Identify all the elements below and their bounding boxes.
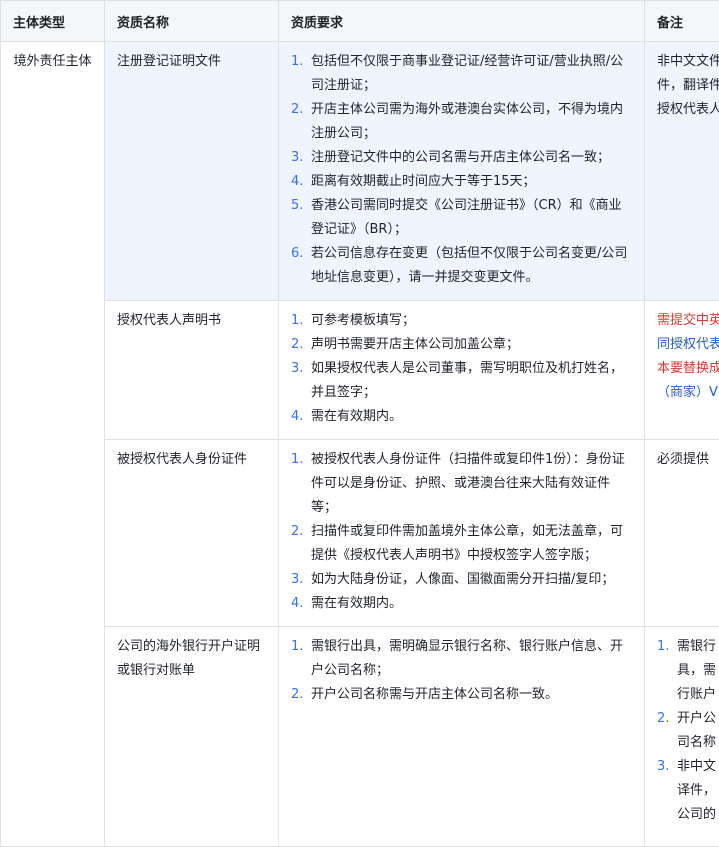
notes-cell: 1. 需银行 具，需 行账户 2. 开户公 司名称 3. 非中文 译件， 公司的: [645, 627, 719, 847]
table-row: 公司的海外银行开户证明或银行对账单 1.需银行出具，需明确显示银行名称、银行账户…: [1, 627, 719, 847]
note-line: 必须提供: [657, 448, 719, 472]
list-item: 3.如果授权代表人是公司董事，需写明职位及机打姓名，并且签字；: [291, 357, 632, 405]
qualification-name: 被授权代表人身份证件: [117, 452, 247, 467]
requirements-cell: 1.包括但不仅限于商事业登记证/经营许可证/营业执照/公司注册证； 2.开店主体…: [279, 42, 645, 301]
notes-list: 1. 需银行 具，需 行账户 2. 开户公 司名称 3. 非中文 译件， 公司的: [657, 635, 719, 827]
qualification-name: 授权代表人声明书: [117, 313, 221, 328]
list-item: 2. 开户公 司名称: [657, 707, 719, 755]
requirements-cell: 1.被授权代表人身份证件（扫描件或复印件1份）：身份证件可以是身份证、护照、或港…: [279, 440, 645, 627]
list-item: 1.被授权代表人身份证件（扫描件或复印件1份）：身份证件可以是身份证、护照、或港…: [291, 448, 632, 520]
subject-type-cell: 境外责任主体: [1, 42, 105, 847]
requirements-cell: 1.需银行出具，需明确显示银行名称、银行账户信息、开户公司名称； 2.开户公司名…: [279, 627, 645, 847]
list-item: 2.扫描件或复印件需加盖境外主体公章，如无法盖章，可提供《授权代表人声明书》中授…: [291, 520, 632, 568]
qualification-name: 注册登记证明文件: [117, 54, 221, 69]
list-item: 1.可参考模板填写；: [291, 309, 632, 333]
note-line: 授权代表人: [657, 98, 719, 122]
notes-cell: 必须提供: [645, 440, 719, 627]
note-line: 件，翻译件: [657, 74, 719, 98]
list-item: 3.如为大陆身份证，人像面、国徽面需分开扫描/复印；: [291, 568, 632, 592]
list-item: 4.距离有效期截止时间应大于等于15天；: [291, 170, 632, 194]
table-row: 被授权代表人身份证件 1.被授权代表人身份证件（扫描件或复印件1份）：身份证件可…: [1, 440, 719, 627]
list-item: 2.声明书需要开店主体公司加盖公章；: [291, 333, 632, 357]
header-subject-type: 主体类型: [1, 1, 105, 42]
list-item: 4.需在有效期内。: [291, 592, 632, 616]
qualification-name-cell: 公司的海外银行开户证明或银行对账单: [105, 627, 279, 847]
qualification-name: 公司的海外银行开户证明或银行对账单: [117, 639, 260, 678]
list-item: 2.开户公司名称需与开店主体公司名称一致。: [291, 683, 632, 707]
notes-cell: 需提交中英 同授权代表 本要替换成 （商家）V: [645, 301, 719, 440]
table-row: 授权代表人声明书 1.可参考模板填写； 2.声明书需要开店主体公司加盖公章； 3…: [1, 301, 719, 440]
notes-cell: 非中文文件 件，翻译件 授权代表人: [645, 42, 719, 301]
requirements-list: 1.被授权代表人身份证件（扫描件或复印件1份）：身份证件可以是身份证、护照、或港…: [291, 448, 632, 616]
note-line: 非中文文件: [657, 50, 719, 74]
list-item: 1.包括但不仅限于商事业登记证/经营许可证/营业执照/公司注册证；: [291, 50, 632, 98]
list-item: 1.需银行出具，需明确显示银行名称、银行账户信息、开户公司名称；: [291, 635, 632, 683]
requirements-list: 1.可参考模板填写； 2.声明书需要开店主体公司加盖公章； 3.如果授权代表人是…: [291, 309, 632, 429]
template-link[interactable]: 同授权代表: [657, 333, 719, 357]
header-requirements: 资质要求: [279, 1, 645, 42]
qualification-name-cell: 被授权代表人身份证件: [105, 440, 279, 627]
header-notes: 备注: [645, 1, 719, 42]
list-item: 3. 非中文 译件， 公司的: [657, 755, 719, 827]
list-item: 2.开店主体公司需为海外或港澳台实体公司，不得为境内注册公司；: [291, 98, 632, 146]
table-row: 境外责任主体 注册登记证明文件 1.包括但不仅限于商事业登记证/经营许可证/营业…: [1, 42, 719, 301]
header-qualification-name: 资质名称: [105, 1, 279, 42]
table-header-row: 主体类型 资质名称 资质要求 备注: [1, 1, 719, 42]
requirements-list: 1.需银行出具，需明确显示银行名称、银行账户信息、开户公司名称； 2.开户公司名…: [291, 635, 632, 707]
list-item: 5.香港公司需同时提交《公司注册证书》（CR）和《商业登记证》（BR）；: [291, 194, 632, 242]
qualification-name-cell: 授权代表人声明书: [105, 301, 279, 440]
list-item: 1. 需银行 具，需 行账户: [657, 635, 719, 707]
requirements-cell: 1.可参考模板填写； 2.声明书需要开店主体公司加盖公章； 3.如果授权代表人是…: [279, 301, 645, 440]
subject-type-text: 境外责任主体: [13, 54, 91, 69]
note-line: 本要替换成: [657, 357, 719, 381]
requirements-list: 1.包括但不仅限于商事业登记证/经营许可证/营业执照/公司注册证； 2.开店主体…: [291, 50, 632, 290]
qualification-table: 主体类型 资质名称 资质要求 备注 境外责任主体 注册登记证明文件 1.包括但不…: [0, 0, 719, 847]
list-item: 4.需在有效期内。: [291, 405, 632, 429]
list-item: 6.若公司信息存在变更（包括但不仅限于公司名变更/公司地址信息变更），请一并提交…: [291, 242, 632, 290]
note-line: 需提交中英: [657, 309, 719, 333]
qualification-name-cell: 注册登记证明文件: [105, 42, 279, 301]
list-item: 3.注册登记文件中的公司名需与开店主体公司名一致；: [291, 146, 632, 170]
note-line: （商家）V: [657, 381, 719, 405]
